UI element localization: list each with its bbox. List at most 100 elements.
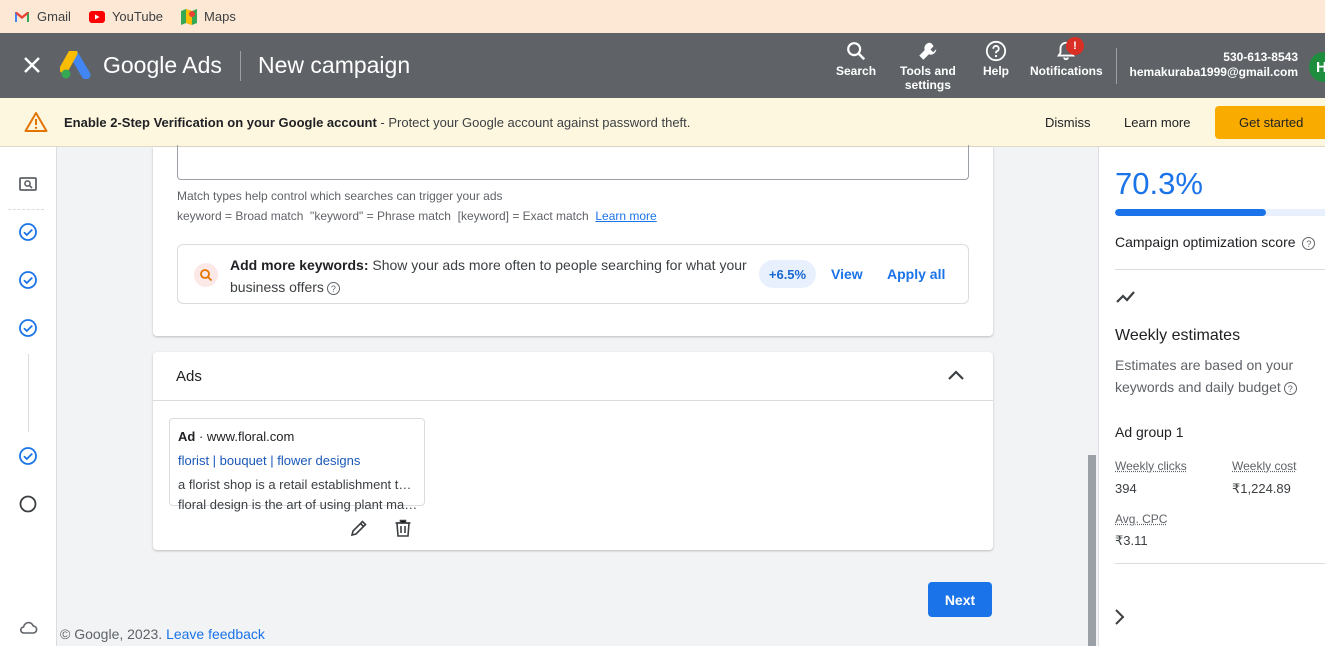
learn-more-button[interactable]: Learn more	[1124, 115, 1190, 130]
product-name: Google Ads	[103, 52, 222, 79]
view-button[interactable]: View	[831, 266, 863, 282]
ad-url: · www.floral.com	[195, 429, 294, 444]
help-label: Help	[983, 64, 1009, 78]
suggestion-text: Add more keywords: Show your ads more of…	[230, 254, 760, 298]
step-complete-icon[interactable]	[18, 270, 38, 290]
footer: © Google, 2023. Leave feedback	[60, 626, 265, 642]
help-icon	[985, 40, 1007, 62]
avg-cpc-label: Avg. CPC	[1115, 512, 1167, 526]
keyword-suggestion: Add more keywords: Show your ads more of…	[177, 244, 969, 304]
warning-icon	[24, 111, 48, 133]
app-header: Google Ads New campaign Search Tools and…	[0, 33, 1325, 98]
step-pending-icon[interactable]	[18, 494, 38, 514]
ad-preview[interactable]: Ad · www.floral.com florist | bouquet | …	[169, 418, 425, 506]
help-icon[interactable]: ?	[327, 282, 340, 295]
match-types-text: keyword = Broad match "keyword" = Phrase…	[177, 209, 595, 223]
ad-headline: florist | bouquet | flower designs	[178, 453, 360, 468]
rail-connector	[28, 354, 29, 432]
step-complete-icon[interactable]	[18, 318, 38, 338]
ads-divider	[153, 400, 993, 401]
chevron-up-icon[interactable]	[946, 367, 966, 383]
copyright: © Google, 2023.	[60, 626, 166, 642]
avg-cpc-value: ₹3.11	[1115, 533, 1148, 549]
gmail-icon	[14, 11, 30, 23]
search-label: Search	[836, 64, 876, 78]
step-complete-icon[interactable]	[18, 222, 38, 242]
search-icon	[845, 40, 867, 62]
banner-bold: Enable 2-Step Verification on your Googl…	[64, 115, 377, 130]
bookmark-youtube[interactable]: YouTube	[89, 9, 163, 24]
chevron-right-icon[interactable]	[1113, 607, 1127, 627]
score-progress-fill	[1115, 209, 1266, 216]
youtube-icon	[89, 11, 105, 23]
match-types-help: Match types help control which searches …	[177, 189, 503, 203]
weekly-clicks-value: 394	[1115, 481, 1137, 496]
notification-badge: !	[1066, 37, 1084, 55]
get-started-button[interactable]: Get started	[1215, 106, 1325, 139]
ad-description: floral design is the art of using plant …	[178, 497, 418, 512]
avatar[interactable]: H	[1309, 52, 1325, 82]
panel-divider	[1115, 269, 1325, 270]
google-ads-logo	[60, 51, 94, 79]
banner-rest: - Protect your Google account against pa…	[377, 115, 691, 130]
notifications-button[interactable]: Notifications !	[1030, 40, 1103, 78]
suggestion-bold: Add more keywords:	[230, 257, 368, 273]
ad-group-title: Ad group 1	[1115, 424, 1184, 440]
dismiss-button[interactable]: Dismiss	[1045, 115, 1091, 130]
step-complete-icon[interactable]	[18, 446, 38, 466]
trending-icon	[1115, 289, 1137, 305]
next-button[interactable]: Next	[928, 582, 992, 617]
account-info[interactable]: 530-613-8543 hemakuraba1999@gmail.com	[1130, 50, 1298, 80]
weekly-clicks-label: Weekly clicks	[1115, 459, 1187, 473]
search-campaign-icon[interactable]	[18, 174, 38, 194]
optimization-score-label: Campaign optimization score ?	[1115, 234, 1315, 250]
bookmark-label: Maps	[204, 9, 236, 24]
ad-display-url: Ad · www.floral.com	[178, 429, 294, 444]
keywords-card: Match types help control which searches …	[153, 147, 993, 336]
cloud-icon[interactable]	[18, 618, 38, 638]
search-button[interactable]: Search	[836, 40, 876, 78]
banner-message: Enable 2-Step Verification on your Googl…	[64, 115, 690, 130]
score-progress-bar	[1115, 209, 1325, 216]
page-title: New campaign	[258, 52, 410, 79]
wrench-icon	[917, 40, 939, 62]
apply-all-button[interactable]: Apply all	[887, 266, 945, 282]
tools-settings-button[interactable]: Tools and settings	[900, 40, 956, 92]
help-icon[interactable]: ?	[1284, 382, 1297, 395]
match-types-learn-more[interactable]: Learn more	[595, 209, 656, 223]
weekly-cost-value: ₹1,224.89	[1232, 481, 1291, 497]
header-divider	[1116, 48, 1117, 84]
maps-icon	[181, 9, 197, 25]
weekly-estimates-title: Weekly estimates	[1115, 327, 1240, 345]
account-email: hemakuraba1999@gmail.com	[1130, 65, 1298, 80]
bookmark-label: YouTube	[112, 9, 163, 24]
keywords-textarea[interactable]	[177, 145, 969, 180]
tools-label-1: Tools and	[900, 64, 956, 78]
leave-feedback-link[interactable]: Leave feedback	[166, 626, 265, 642]
rail-divider	[8, 209, 44, 210]
score-label-text: Campaign optimization score	[1115, 234, 1296, 250]
ad-description: a florist shop is a retail establishment…	[178, 477, 418, 492]
match-types-legend: keyword = Broad match "keyword" = Phrase…	[177, 209, 657, 223]
weekly-desc-text: Estimates are based on your keywords and…	[1115, 357, 1293, 395]
account-phone: 530-613-8543	[1130, 50, 1298, 65]
bookmark-gmail[interactable]: Gmail	[14, 9, 71, 24]
weekly-cost-label: Weekly cost	[1232, 459, 1296, 473]
ad-label: Ad	[178, 429, 195, 444]
step-rail	[0, 147, 57, 646]
help-icon[interactable]: ?	[1302, 237, 1315, 250]
notifications-label: Notifications	[1030, 64, 1103, 78]
bookmark-label: Gmail	[37, 9, 71, 24]
edit-icon[interactable]	[349, 518, 369, 538]
panel-divider	[1115, 563, 1325, 564]
close-icon[interactable]	[20, 53, 44, 77]
bookmarks-bar: Gmail YouTube Maps	[0, 0, 1325, 33]
scrollbar-thumb[interactable]	[1088, 455, 1096, 646]
ads-section-title: Ads	[176, 368, 202, 385]
suggestion-search-icon	[194, 263, 218, 287]
ads-card: Ads Ad · www.floral.com florist | bouque…	[153, 352, 993, 550]
help-button[interactable]: Help	[983, 40, 1009, 78]
delete-icon[interactable]	[394, 518, 412, 538]
bookmark-maps[interactable]: Maps	[181, 9, 236, 25]
optimization-score: 70.3%	[1115, 166, 1203, 202]
